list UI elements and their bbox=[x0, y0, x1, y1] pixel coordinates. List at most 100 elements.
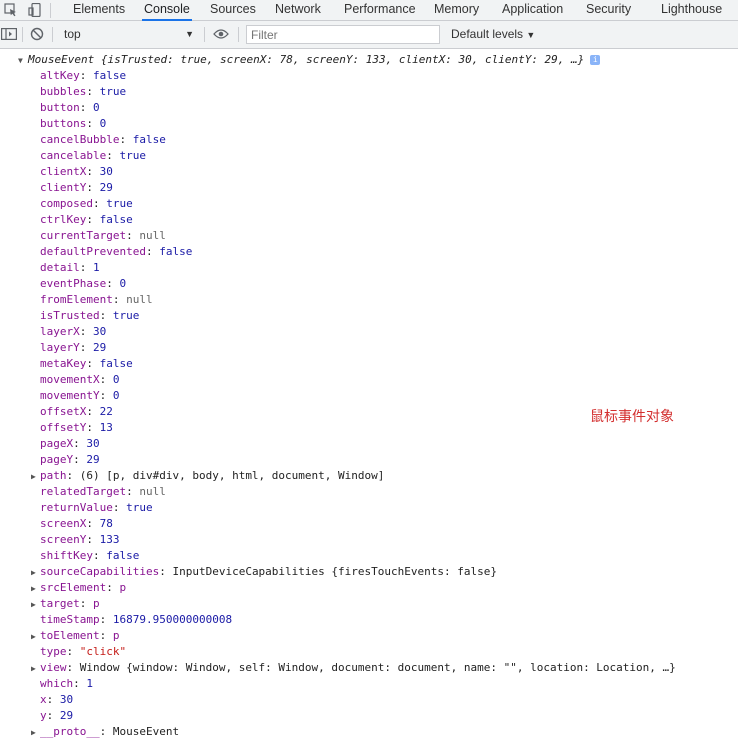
property-value: "click" bbox=[79, 645, 127, 658]
colon-separator: : bbox=[86, 165, 100, 178]
property-value: false bbox=[93, 69, 127, 82]
colon-separator: : bbox=[86, 533, 100, 546]
property-value: p bbox=[93, 597, 100, 610]
colon-separator: : bbox=[46, 709, 60, 722]
property-row: type: "click" bbox=[40, 644, 126, 660]
property-row: isTrusted: true bbox=[40, 308, 139, 324]
log-levels-label: Default levels bbox=[451, 27, 524, 41]
property-row: offsetX: 22 bbox=[40, 404, 113, 420]
property-value: 30 bbox=[99, 165, 113, 178]
tab-network[interactable]: Network bbox=[275, 0, 321, 20]
property-value: Window {window: Window, self: Window, do… bbox=[79, 661, 676, 674]
property-row: y: 29 bbox=[40, 708, 73, 724]
info-icon[interactable]: i bbox=[590, 55, 601, 65]
property-key: target bbox=[40, 597, 80, 610]
live-expression-eye-icon[interactable] bbox=[212, 25, 230, 43]
property-value: true bbox=[126, 501, 153, 514]
colon-separator: : bbox=[73, 677, 87, 690]
toolbar-divider bbox=[22, 27, 23, 42]
property-row: cancelBubble: false bbox=[40, 132, 166, 148]
tab-application[interactable]: Application bbox=[502, 0, 563, 20]
property-row[interactable]: __proto__: MouseEvent bbox=[40, 724, 179, 740]
property-key: button bbox=[40, 101, 80, 114]
property-row: layerY: 29 bbox=[40, 340, 106, 356]
property-row[interactable]: view: Window {window: Window, self: Wind… bbox=[40, 660, 676, 676]
collapse-triangle-icon[interactable]: ▼ bbox=[18, 56, 23, 65]
property-key: y bbox=[40, 709, 47, 722]
property-row[interactable]: srcElement: p bbox=[40, 580, 126, 596]
property-row: x: 30 bbox=[40, 692, 73, 708]
property-row[interactable]: target: p bbox=[40, 596, 100, 612]
property-value: 22 bbox=[99, 405, 113, 418]
property-value: 1 bbox=[93, 261, 100, 274]
expand-triangle-icon[interactable]: ▶ bbox=[31, 728, 36, 737]
property-row: bubbles: true bbox=[40, 84, 126, 100]
context-selector[interactable]: top ▼ bbox=[64, 26, 194, 43]
property-row: screenY: 133 bbox=[40, 532, 119, 548]
expand-triangle-icon[interactable]: ▶ bbox=[31, 472, 36, 481]
property-row[interactable]: sourceCapabilities: InputDeviceCapabilit… bbox=[40, 564, 497, 580]
property-value: p bbox=[112, 629, 120, 642]
property-value: p bbox=[119, 581, 127, 594]
expand-triangle-icon[interactable]: ▶ bbox=[31, 568, 36, 577]
colon-separator: : bbox=[86, 357, 100, 370]
filter-input[interactable] bbox=[246, 25, 440, 44]
property-row: ctrlKey: false bbox=[40, 212, 133, 228]
property-value: 30 bbox=[59, 693, 74, 706]
property-row: pageX: 30 bbox=[40, 436, 100, 452]
tab-sources[interactable]: Sources bbox=[210, 0, 256, 20]
toolbar-divider bbox=[52, 27, 53, 42]
tab-elements[interactable]: Elements bbox=[73, 0, 125, 20]
event-summary[interactable]: MouseEvent {isTrusted: true, screenX: 78… bbox=[28, 52, 601, 68]
colon-separator: : bbox=[99, 373, 113, 386]
tab-console[interactable]: Console bbox=[142, 0, 192, 21]
tab-performance[interactable]: Performance bbox=[344, 0, 416, 20]
property-key: which bbox=[40, 677, 74, 690]
expand-triangle-icon[interactable]: ▶ bbox=[31, 584, 36, 593]
property-row: timeStamp: 16879.950000000008 bbox=[40, 612, 232, 628]
property-key: pageX bbox=[40, 437, 74, 450]
colon-separator: : bbox=[106, 149, 120, 162]
colon-separator: : bbox=[92, 197, 107, 210]
property-value: true bbox=[119, 149, 146, 162]
dropdown-arrow-icon: ▼ bbox=[185, 29, 194, 39]
property-key: composed bbox=[40, 197, 93, 210]
property-row[interactable]: path: (6) [p, div#div, body, html, docum… bbox=[40, 468, 384, 484]
tab-lighthouse[interactable]: Lighthouse bbox=[661, 0, 722, 20]
property-key: isTrusted bbox=[40, 309, 100, 322]
clear-console-icon[interactable] bbox=[28, 25, 46, 43]
tab-security[interactable]: Security bbox=[586, 0, 631, 20]
property-key: eventPhase bbox=[40, 277, 107, 290]
property-row: fromElement: null bbox=[40, 292, 153, 308]
log-levels-dropdown[interactable]: Default levels ▼ bbox=[451, 26, 535, 44]
colon-separator: : bbox=[99, 613, 113, 626]
colon-separator: : bbox=[99, 309, 113, 322]
property-row: detail: 1 bbox=[40, 260, 100, 276]
property-value: true bbox=[99, 85, 127, 98]
expand-triangle-icon[interactable]: ▶ bbox=[31, 600, 36, 609]
property-key: layerY bbox=[40, 341, 80, 354]
tab-memory[interactable]: Memory bbox=[434, 0, 479, 20]
property-value: 1 bbox=[86, 677, 93, 690]
property-value: false bbox=[132, 133, 166, 146]
property-row[interactable]: toElement: p bbox=[40, 628, 119, 644]
expand-triangle-icon[interactable]: ▶ bbox=[31, 664, 36, 673]
property-row: offsetY: 13 bbox=[40, 420, 113, 436]
device-toolbar-icon[interactable] bbox=[26, 1, 44, 19]
colon-separator: : bbox=[126, 485, 140, 498]
property-key: offsetY bbox=[40, 421, 87, 434]
sidebar-toggle-icon[interactable] bbox=[0, 25, 18, 43]
toolbar-divider bbox=[238, 27, 239, 42]
property-value: true bbox=[106, 197, 133, 210]
colon-separator: : bbox=[119, 133, 133, 146]
colon-separator: : bbox=[112, 293, 127, 306]
colon-separator: : bbox=[126, 229, 140, 242]
inspect-element-icon[interactable] bbox=[2, 1, 20, 19]
property-key: buttons bbox=[40, 117, 87, 130]
property-key: screenY bbox=[40, 533, 87, 546]
colon-separator: : bbox=[66, 645, 80, 658]
property-value: 13 bbox=[99, 421, 113, 434]
colon-separator: : bbox=[73, 437, 87, 450]
expand-triangle-icon[interactable]: ▶ bbox=[31, 632, 36, 641]
property-key: offsetX bbox=[40, 405, 87, 418]
